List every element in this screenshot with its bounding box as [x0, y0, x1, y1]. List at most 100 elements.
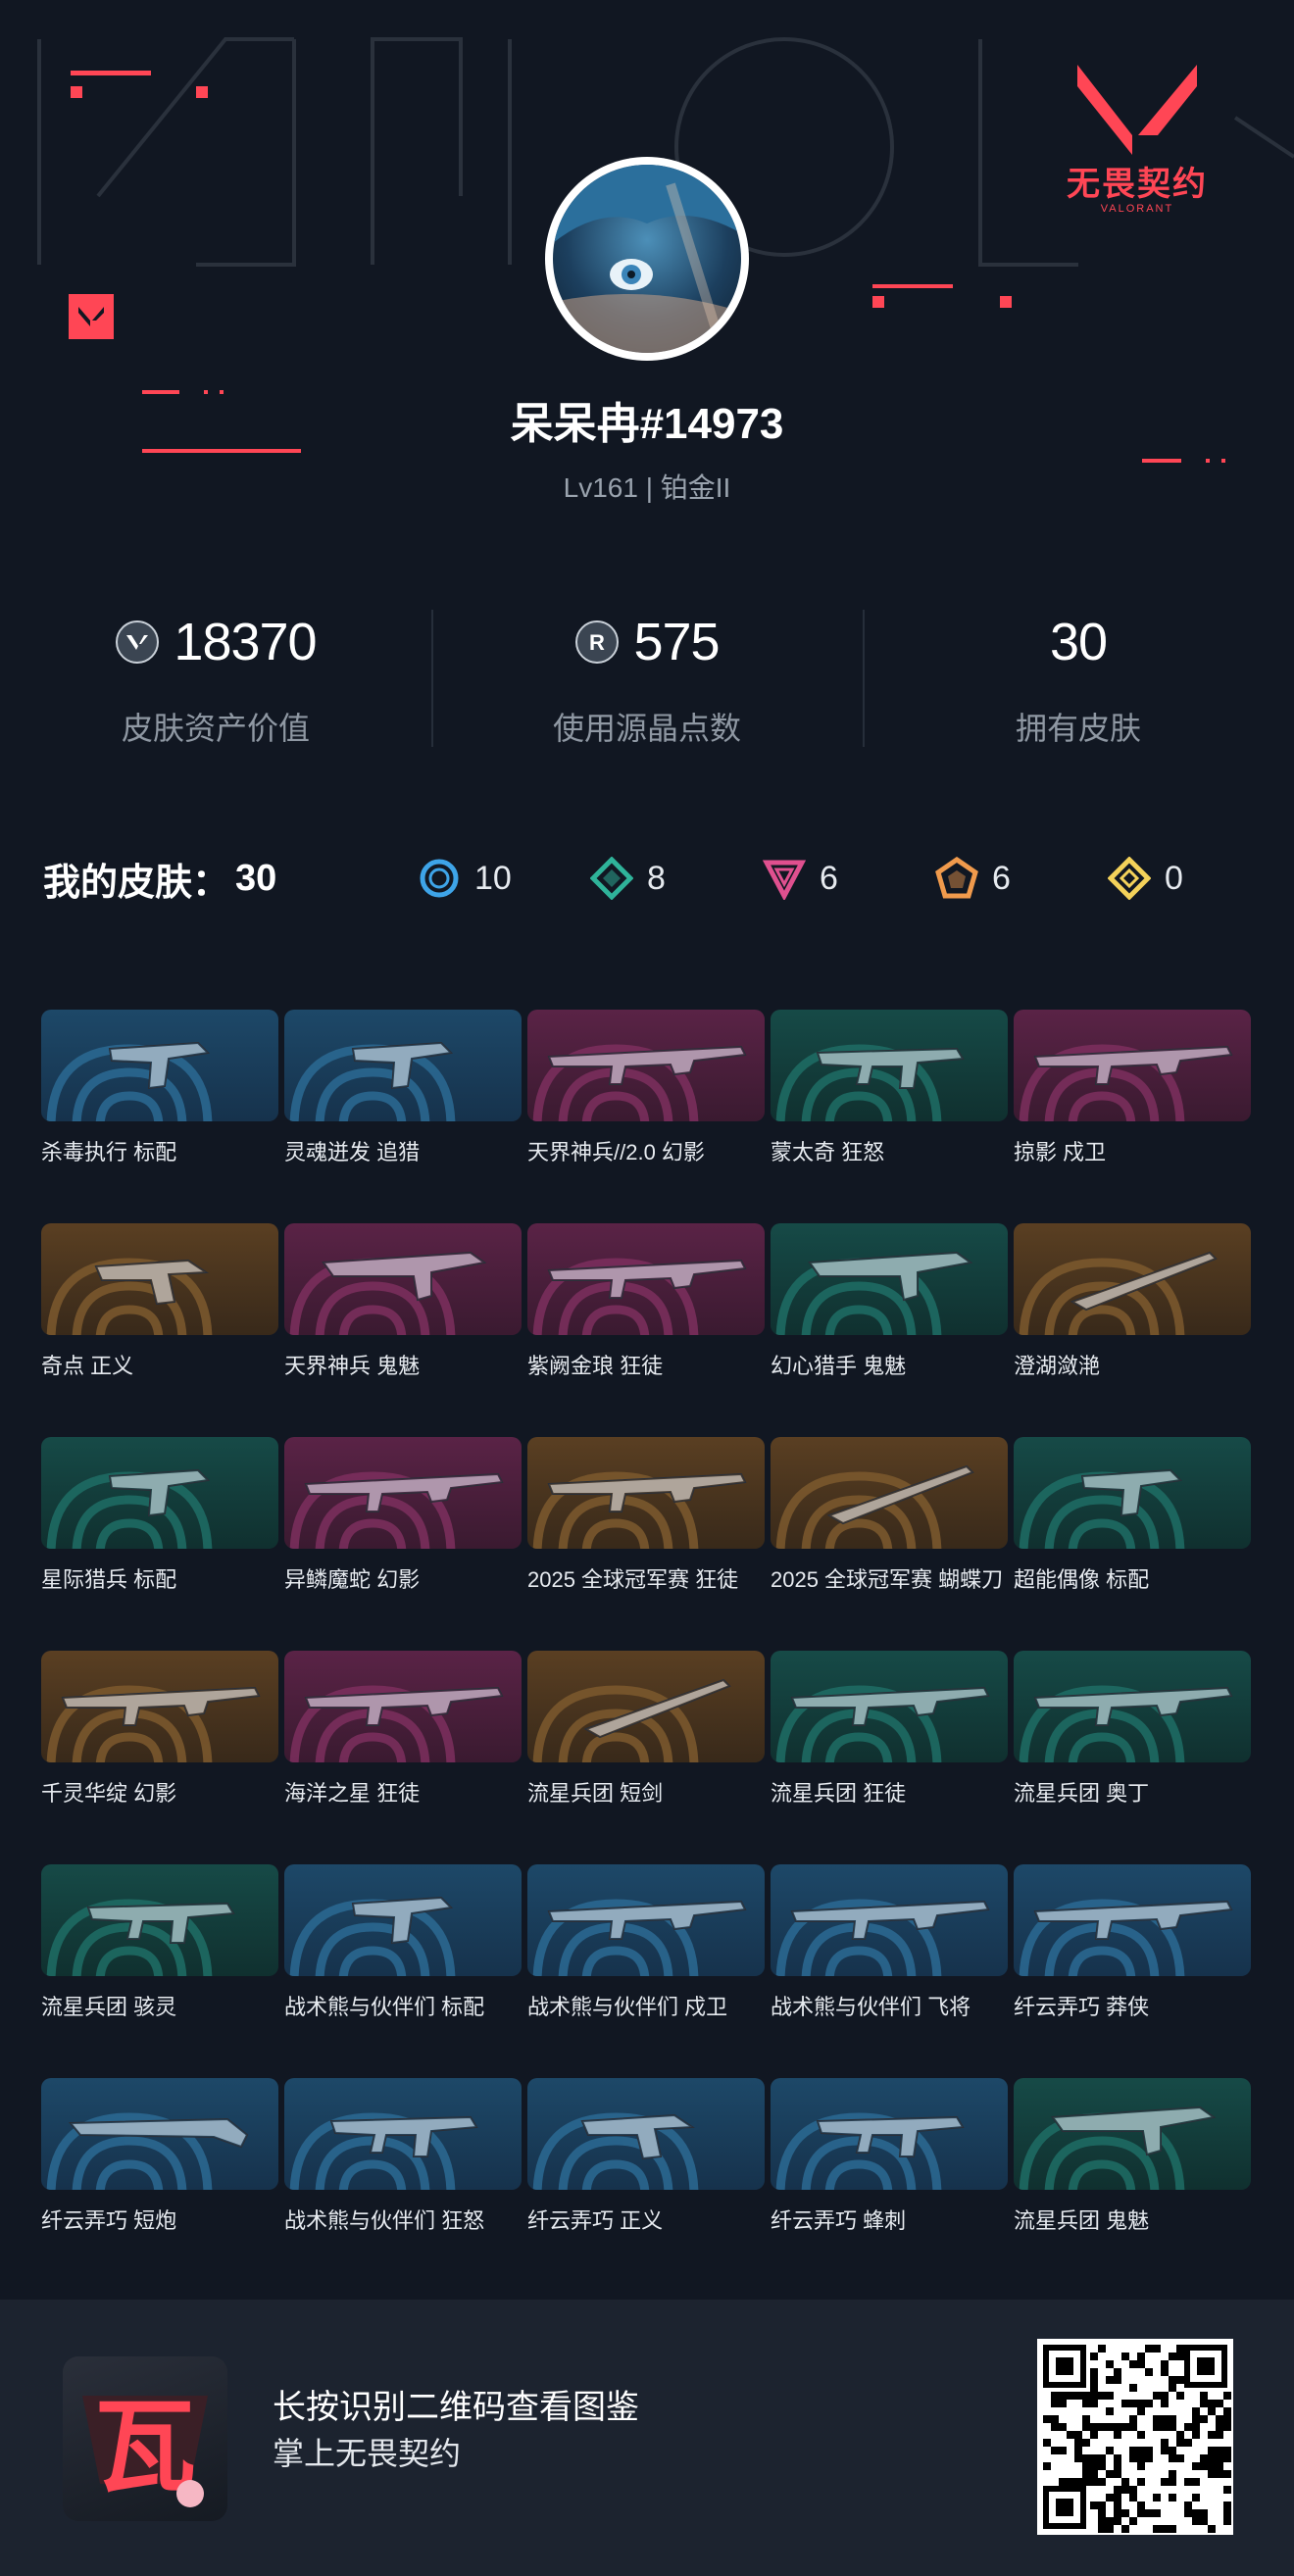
player-name: 呆呆冉#14973	[510, 400, 784, 448]
skins-summary: 我的皮肤： 30 10 8 6 6 0	[43, 849, 1259, 908]
weapon-icon	[1051, 2105, 1217, 2156]
skin-item[interactable]: 澄湖潋滟	[1014, 1223, 1251, 1437]
skin-card[interactable]	[771, 1651, 1008, 1762]
skin-card[interactable]	[1014, 1223, 1251, 1335]
skin-item[interactable]: 纤云弄巧 蜂刺	[771, 2078, 1008, 2292]
stat-asset-value: 18370 皮肤资产价值	[0, 598, 431, 746]
skin-grid: 杀毒执行 标配 灵魂迸发 追猎 天界神兵//2.0 幻影 蒙太奇 狂怒 掠影 戍卫奇点 …	[41, 1010, 1255, 2292]
skin-card[interactable]	[284, 1010, 522, 1121]
tier-count: 6	[820, 859, 838, 897]
valorant-logo-icon	[1077, 65, 1197, 155]
skin-item[interactable]: 超能偶像 标配	[1014, 1437, 1251, 1651]
skin-card[interactable]	[1014, 1437, 1251, 1549]
skin-item[interactable]: 千灵华绽 幻影	[41, 1651, 278, 1864]
skin-name: 流星兵团 狂徒	[771, 1781, 907, 1806]
skin-card[interactable]	[527, 2078, 765, 2190]
weapon-icon	[580, 2113, 696, 2160]
skin-card[interactable]	[771, 1010, 1008, 1121]
skin-item[interactable]: 2025 全球冠军赛 狂徒	[527, 1437, 765, 1651]
skin-item[interactable]: 2025 全球冠军赛 蝴蝶刀	[771, 1437, 1008, 1651]
skin-card[interactable]	[1014, 1010, 1251, 1121]
skin-card[interactable]	[527, 1864, 765, 1976]
weapon-icon	[1033, 1045, 1233, 1085]
summary-title: 我的皮肤：	[43, 862, 230, 904]
skin-item[interactable]: 战术熊与伙伴们 标配	[284, 1864, 522, 2078]
skin-name: 异鳞魔蛇 幻影	[284, 1567, 421, 1592]
skin-card[interactable]	[527, 1437, 765, 1549]
skin-name: 战术熊与伙伴们 飞将	[771, 1995, 971, 2019]
skin-card[interactable]	[1014, 2078, 1251, 2190]
skin-item[interactable]: 流星兵团 鬼魅	[1014, 2078, 1251, 2292]
skin-item[interactable]: 战术熊与伙伴们 飞将	[771, 1864, 1008, 2078]
tier-select[interactable]: 10	[418, 857, 590, 900]
skin-name: 幻心猎手 鬼魅	[771, 1354, 907, 1378]
weapon-icon	[304, 1472, 504, 1512]
skin-card[interactable]	[771, 1864, 1008, 1976]
skin-name: 战术熊与伙伴们 戍卫	[527, 1995, 728, 2019]
summary-count: 30	[235, 857, 277, 899]
skin-item[interactable]: 纤云弄巧 短炮	[41, 2078, 278, 2292]
skin-card[interactable]	[41, 2078, 278, 2190]
skin-item[interactable]: 战术熊与伙伴们 戍卫	[527, 1864, 765, 2078]
footer-instruction: 长按识别二维码查看图鉴	[273, 2389, 639, 2426]
skin-item[interactable]: 杀毒执行 标配	[41, 1010, 278, 1223]
skin-card[interactable]	[284, 1864, 522, 1976]
skin-item[interactable]: 星际猎兵 标配	[41, 1437, 278, 1651]
skin-card[interactable]	[527, 1651, 765, 1762]
skin-card[interactable]	[41, 1223, 278, 1335]
skin-item[interactable]: 天界神兵 鬼魅	[284, 1223, 522, 1437]
tier-premium[interactable]: 6	[763, 857, 935, 900]
skin-card[interactable]	[527, 1010, 765, 1121]
exclusive-tier-icon	[935, 857, 978, 899]
skin-card[interactable]	[771, 1223, 1008, 1335]
skin-card[interactable]	[284, 2078, 522, 2190]
app-icon[interactable]: 瓦	[63, 2356, 227, 2521]
skin-item[interactable]: 掠影 戍卫	[1014, 1010, 1251, 1223]
skin-name: 海洋之星 狂徒	[284, 1781, 421, 1806]
stat-value: 575	[633, 613, 720, 671]
skin-card[interactable]	[284, 1223, 522, 1335]
skin-card[interactable]	[284, 1651, 522, 1762]
qr-code[interactable]	[1037, 2339, 1233, 2535]
weapon-icon	[351, 1041, 454, 1090]
skin-item[interactable]: 战术熊与伙伴们 狂怒	[284, 2078, 522, 2292]
skin-card[interactable]	[527, 1223, 765, 1335]
skin-name: 纤云弄巧 短炮	[41, 2208, 177, 2233]
tier-ultra[interactable]: 0	[1108, 857, 1280, 900]
skin-card[interactable]	[41, 1864, 278, 1976]
skin-name: 天界神兵 鬼魅	[284, 1354, 421, 1378]
skin-item[interactable]: 奇点 正义	[41, 1223, 278, 1437]
skin-card[interactable]	[41, 1010, 278, 1121]
skin-item[interactable]: 异鳞魔蛇 幻影	[284, 1437, 522, 1651]
skin-card[interactable]	[1014, 1651, 1251, 1762]
skin-item[interactable]: 流星兵团 狂徒	[771, 1651, 1008, 1864]
weapon-icon	[94, 1259, 210, 1306]
weapon-icon	[1033, 1686, 1233, 1726]
tier-count: 0	[1165, 859, 1183, 897]
skin-item[interactable]: 纤云弄巧 正义	[527, 2078, 765, 2292]
skin-item[interactable]: 天界神兵//2.0 幻影	[527, 1010, 765, 1223]
skin-item[interactable]: 紫阙金琅 狂徒	[527, 1223, 765, 1437]
skin-card[interactable]	[284, 1437, 522, 1549]
skin-item[interactable]: 海洋之星 狂徒	[284, 1651, 522, 1864]
skin-item[interactable]: 流星兵团 奥丁	[1014, 1651, 1251, 1864]
skin-item[interactable]: 幻心猎手 鬼魅	[771, 1223, 1008, 1437]
stat-owned-skins: 30 拥有皮肤	[863, 598, 1294, 747]
skin-name: 超能偶像 标配	[1014, 1567, 1150, 1592]
tier-exclusive[interactable]: 6	[935, 857, 1108, 900]
tier-deluxe[interactable]: 8	[590, 857, 763, 900]
skin-item[interactable]: 纤云弄巧 莽侠	[1014, 1864, 1251, 2078]
skin-card[interactable]	[1014, 1864, 1251, 1976]
skin-card[interactable]	[771, 1437, 1008, 1549]
skin-card[interactable]	[41, 1651, 278, 1762]
skin-item[interactable]: 灵魂迸发 追猎	[284, 1010, 522, 1223]
avatar[interactable]	[545, 157, 749, 361]
weapon-icon	[68, 2117, 249, 2149]
skin-item[interactable]: 流星兵团 短剑	[527, 1651, 765, 1864]
footer-app-name: 掌上无畏契约	[273, 2436, 462, 2471]
skin-card[interactable]	[41, 1437, 278, 1549]
skin-card[interactable]	[771, 2078, 1008, 2190]
skin-item[interactable]: 流星兵团 骇灵	[41, 1864, 278, 2078]
skin-name: 星际猎兵 标配	[41, 1567, 177, 1592]
skin-item[interactable]: 蒙太奇 狂怒	[771, 1010, 1008, 1223]
